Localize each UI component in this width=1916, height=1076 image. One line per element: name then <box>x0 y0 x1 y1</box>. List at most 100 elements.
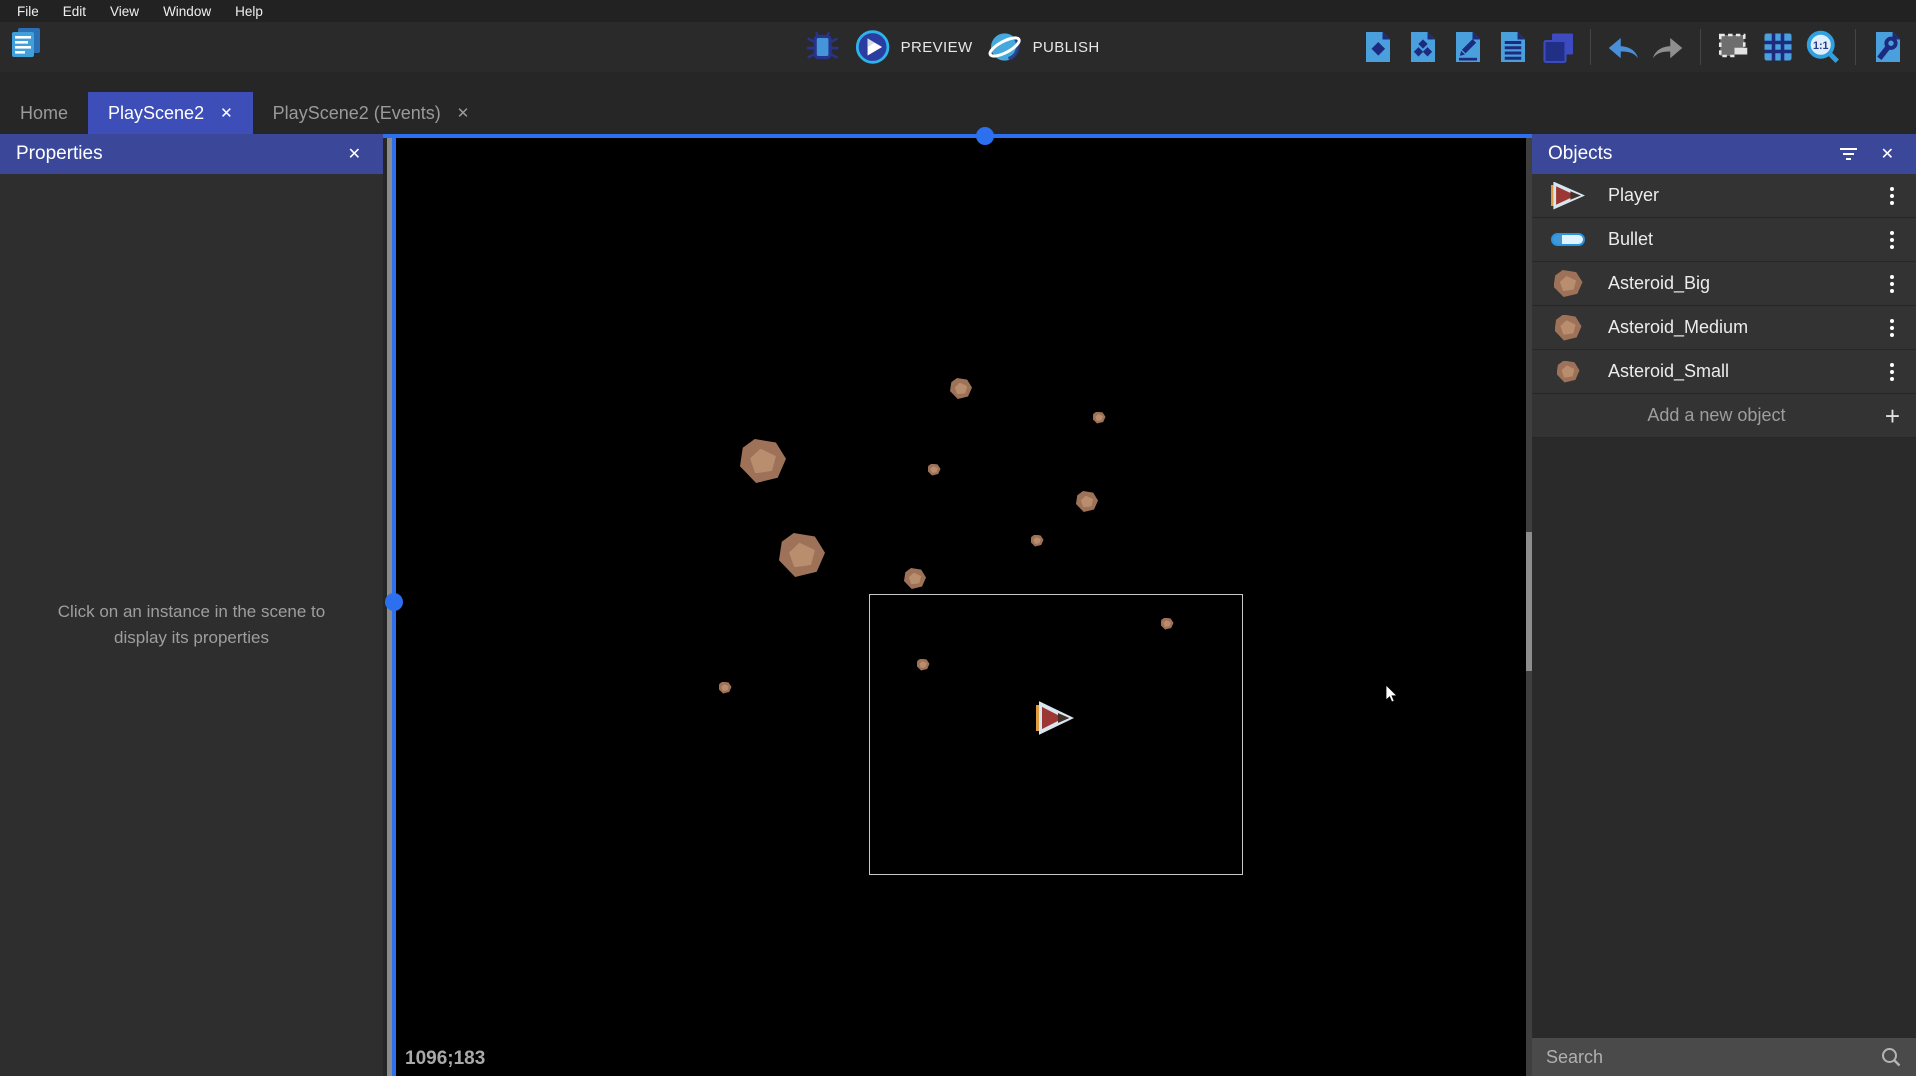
object-name: Asteroid_Big <box>1590 273 1882 294</box>
asteroid-core <box>1081 496 1093 508</box>
properties-panel-body: Click on an instance in the scene to dis… <box>0 174 383 1076</box>
objects-panel-header: Objects ✕ <box>1532 134 1916 174</box>
player-thumbnail <box>1546 182 1590 210</box>
asteroid-small-thumbnail <box>1546 361 1590 383</box>
asteroid-big-thumbnail <box>1546 270 1590 297</box>
left-drag-handle[interactable] <box>385 593 403 611</box>
objects-panel: Objects ✕ Player Bul <box>1532 134 1916 1076</box>
publish-planet-icon <box>987 29 1023 65</box>
close-icon[interactable]: ✕ <box>1875 142 1900 166</box>
add-object-button[interactable]: Add a new object + <box>1532 394 1916 438</box>
toolbar-separator <box>1590 29 1591 65</box>
tab-playscene2-label: PlayScene2 <box>108 103 204 124</box>
kebab-menu-icon[interactable] <box>1882 359 1902 385</box>
player-instance[interactable] <box>1036 701 1074 735</box>
tab-playscene2[interactable]: PlayScene2 ✕ <box>88 92 253 134</box>
tab-playscene2-events[interactable]: PlayScene2 (Events) ✕ <box>253 92 490 134</box>
toggle-grid-icon[interactable] <box>1760 29 1796 65</box>
open-layers-panel-icon[interactable] <box>1540 29 1576 65</box>
asteroid-core <box>909 573 921 585</box>
kebab-menu-icon[interactable] <box>1882 227 1902 253</box>
properties-panel-title: Properties <box>16 143 342 165</box>
asteroid-instance-small[interactable] <box>928 464 941 476</box>
zoom-options-icon[interactable]: 1:1 <box>1805 29 1841 65</box>
preview-button[interactable]: PREVIEW <box>855 29 973 65</box>
asteroid-core <box>750 449 776 474</box>
tab-bar: Home PlayScene2 ✕ PlayScene2 (Events) ✕ <box>0 72 1916 134</box>
search-icon[interactable] <box>1880 1046 1902 1068</box>
object-name: Bullet <box>1590 229 1882 250</box>
open-instances-list-icon[interactable] <box>1495 29 1531 65</box>
publish-label: PUBLISH <box>1033 39 1100 56</box>
asteroid-core <box>1033 537 1040 544</box>
object-name: Player <box>1590 185 1882 206</box>
objects-search-bar <box>1532 1038 1916 1076</box>
toggle-window-mask-icon[interactable] <box>1715 29 1751 65</box>
object-row-bullet[interactable]: Bullet <box>1532 218 1916 262</box>
asteroid-instance-small[interactable] <box>1093 412 1106 424</box>
asteroid-instance-big[interactable] <box>740 439 786 483</box>
tab-close-icon[interactable]: ✕ <box>457 104 470 122</box>
preview-play-icon <box>855 29 891 65</box>
bullet-thumbnail <box>1546 233 1590 246</box>
asteroid-core <box>1163 620 1170 627</box>
object-row-asteroid-medium[interactable]: Asteroid_Medium <box>1532 306 1916 350</box>
preview-label: PREVIEW <box>901 39 973 56</box>
asteroid-core <box>789 543 815 568</box>
menu-edit[interactable]: Edit <box>52 2 97 21</box>
toolbar-separator <box>1855 29 1856 65</box>
objects-panel-title: Objects <box>1548 143 1840 165</box>
asteroid-core <box>721 684 728 691</box>
menu-help[interactable]: Help <box>224 2 274 21</box>
asteroid-instance-small[interactable] <box>1031 535 1044 547</box>
properties-empty-message: Click on an instance in the scene to dis… <box>52 599 332 652</box>
redo-icon[interactable] <box>1650 29 1686 65</box>
open-settings-icon[interactable] <box>1870 29 1906 65</box>
zoom-label: 1:1 <box>1813 40 1829 52</box>
scene-canvas[interactable]: 1096;183 <box>392 138 1526 1076</box>
menu-view[interactable]: View <box>99 2 150 21</box>
search-input[interactable] <box>1546 1047 1880 1068</box>
debugger-icon[interactable] <box>805 29 841 65</box>
asteroid-core <box>919 661 926 668</box>
tab-playscene2-events-label: PlayScene2 (Events) <box>273 103 441 124</box>
asteroid-core <box>930 466 937 473</box>
kebab-menu-icon[interactable] <box>1882 271 1902 297</box>
asteroid-instance-medium[interactable] <box>1076 491 1098 512</box>
scene-scrollbar-thumb[interactable] <box>1526 532 1532 671</box>
toolbar-separator <box>1700 29 1701 65</box>
open-object-groups-icon[interactable] <box>1405 29 1441 65</box>
asteroid-core <box>955 383 967 395</box>
publish-button[interactable]: PUBLISH <box>987 29 1100 65</box>
object-row-player[interactable]: Player <box>1532 174 1916 218</box>
object-name: Asteroid_Small <box>1590 361 1882 382</box>
asteroid-core <box>1095 414 1102 421</box>
asteroid-instance-big[interactable] <box>779 533 825 577</box>
object-row-asteroid-small[interactable]: Asteroid_Small <box>1532 350 1916 394</box>
main-content: Properties ✕ Click on an instance in the… <box>0 134 1916 1076</box>
kebab-menu-icon[interactable] <box>1882 315 1902 341</box>
tab-home-label: Home <box>20 103 68 124</box>
open-objects-panel-icon[interactable] <box>1360 29 1396 65</box>
object-row-asteroid-big[interactable]: Asteroid_Big <box>1532 262 1916 306</box>
asteroid-instance-medium[interactable] <box>950 378 972 399</box>
asteroid-instance-small[interactable] <box>719 682 732 694</box>
project-manager-button[interactable] <box>6 24 46 64</box>
tab-close-icon[interactable]: ✕ <box>220 104 233 122</box>
asteroid-instance-medium[interactable] <box>904 568 926 589</box>
add-object-label: Add a new object <box>1548 405 1885 426</box>
close-icon[interactable]: ✕ <box>342 142 367 166</box>
scene-vertical-scrollbar[interactable] <box>1526 138 1532 1076</box>
properties-panel-header: Properties ✕ <box>0 134 383 174</box>
open-properties-panel-icon[interactable] <box>1450 29 1486 65</box>
menu-file[interactable]: File <box>6 2 50 21</box>
filter-icon[interactable] <box>1840 148 1857 160</box>
menu-bar: File Edit View Window Help <box>0 0 1916 22</box>
tab-home[interactable]: Home <box>0 92 88 134</box>
kebab-menu-icon[interactable] <box>1882 183 1902 209</box>
object-name: Asteroid_Medium <box>1590 317 1882 338</box>
objects-list-empty-space <box>1532 438 1916 1038</box>
top-drag-handle[interactable] <box>976 127 994 145</box>
undo-icon[interactable] <box>1605 29 1641 65</box>
menu-window[interactable]: Window <box>152 2 222 21</box>
